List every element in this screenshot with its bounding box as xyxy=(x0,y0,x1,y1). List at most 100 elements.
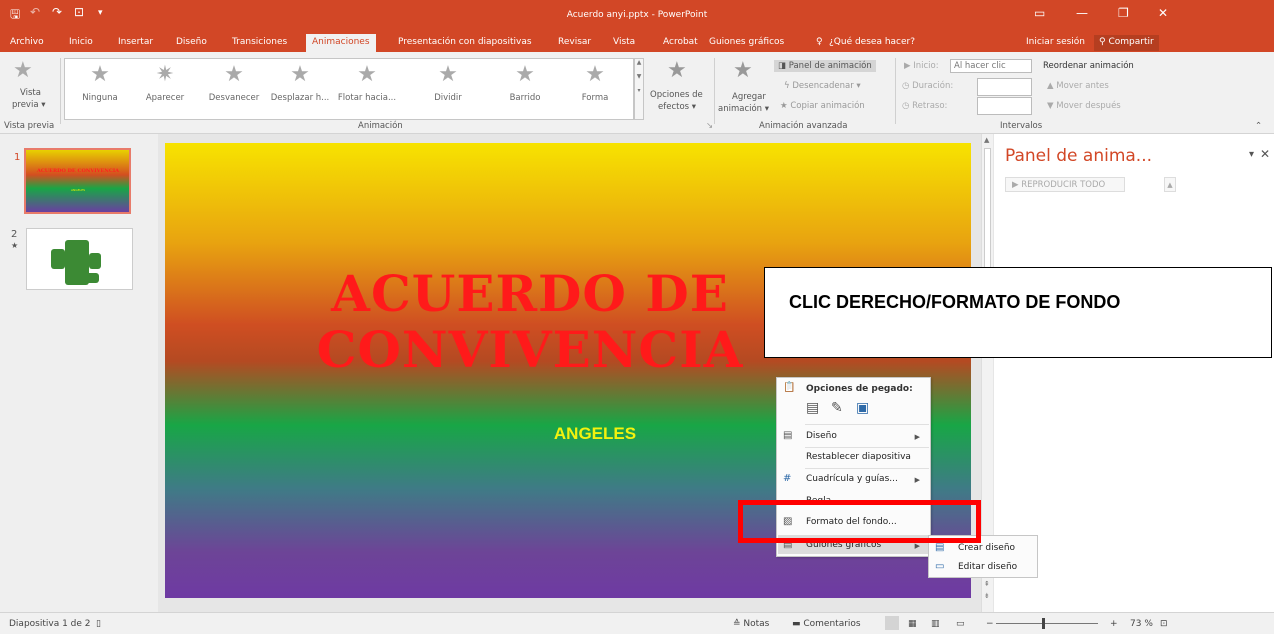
ribbon-tabs: Archivo Inicio Insertar Diseño Transicio… xyxy=(0,34,1274,52)
scroll-up-icon[interactable]: ▲ xyxy=(984,136,989,144)
slide-sorter-icon[interactable]: ▦ xyxy=(908,619,917,629)
star-icon: ★ xyxy=(438,62,458,87)
move-up-icon[interactable]: ▲ xyxy=(1164,177,1176,192)
gallery-expand-icon[interactable]: ▾ xyxy=(637,87,640,94)
duration-text: Duración: xyxy=(912,81,954,91)
paste-options-header: Opciones de pegado: xyxy=(806,384,913,394)
menu-separator xyxy=(805,468,929,469)
paste-keep-source-icon[interactable]: ▤ xyxy=(806,400,819,416)
collapse-ribbon-icon[interactable]: ⌃ xyxy=(1255,121,1262,131)
anim-fade[interactable]: ★ Desvanecer xyxy=(202,63,266,104)
menu-crear-diseno[interactable]: Crear diseño xyxy=(958,543,1015,553)
star-icon: ★ xyxy=(357,62,377,87)
pane-options-icon[interactable]: ▾ xyxy=(1249,149,1254,160)
start-label: ▶ Inicio: xyxy=(904,61,939,71)
prev-slide-icon[interactable]: ⇞ xyxy=(984,580,990,588)
group-label-timing: Intervalos xyxy=(1000,121,1043,131)
next-slide-icon[interactable]: ⇟ xyxy=(984,592,990,600)
star-icon: ★ xyxy=(290,62,310,87)
close-button[interactable]: ✕ xyxy=(1158,6,1168,20)
tab-diseno[interactable]: Diseño xyxy=(176,37,207,47)
add-animation-label[interactable]: Agregar xyxy=(732,92,766,102)
anim-appear[interactable]: ✷ Aparecer xyxy=(133,63,197,104)
tab-inicio[interactable]: Inicio xyxy=(69,37,93,47)
zoom-slider-thumb[interactable] xyxy=(1042,618,1045,629)
preview-label-2[interactable]: previa ▾ xyxy=(12,100,46,110)
effect-options-label[interactable]: Opciones de xyxy=(650,90,703,100)
separator xyxy=(895,58,896,124)
tab-guiones[interactable]: Guiones gráficos xyxy=(709,37,784,47)
menu-restablecer[interactable]: Restablecer diapositiva xyxy=(806,452,911,462)
slide-thumbnail-2[interactable] xyxy=(26,228,133,290)
slideshow-icon[interactable]: ▭ xyxy=(956,619,965,629)
paste-keep-text-icon[interactable]: ✎ xyxy=(831,400,843,416)
slide-subtitle[interactable]: ANGELES xyxy=(530,424,660,444)
minimize-button[interactable]: — xyxy=(1076,6,1088,20)
preview-icon[interactable]: ★ xyxy=(13,58,33,83)
add-animation-label-2[interactable]: animación ▾ xyxy=(718,104,769,114)
ribbon-display-options-icon[interactable]: ▭ xyxy=(1034,6,1045,20)
animation-painter-button[interactable]: ★ Copiar animación xyxy=(780,101,865,111)
preview-label[interactable]: Vista xyxy=(20,88,41,98)
anim-float-in[interactable]: ★ Flotar hacia... xyxy=(335,62,399,104)
play-all-button[interactable]: ▶ REPRODUCIR TODO xyxy=(1005,177,1125,192)
start-select[interactable]: Al hacer clic xyxy=(950,59,1032,73)
anim-label: Dividir xyxy=(434,93,462,103)
cactus-image xyxy=(51,240,101,285)
share-button[interactable]: ⚲ Compartir xyxy=(1094,35,1159,51)
zoom-level[interactable]: 73 % xyxy=(1130,619,1153,629)
add-animation-icon[interactable]: ★ xyxy=(733,58,753,83)
chevron-up-icon[interactable]: ▲ xyxy=(637,59,642,66)
anim-label: Desplazar h... xyxy=(270,93,330,103)
animation-pane-button[interactable]: ◨ Panel de animación xyxy=(774,60,876,72)
menu-diseno[interactable]: Diseño xyxy=(806,431,837,441)
gallery-scroll[interactable]: ▲ ▼ ▾ xyxy=(634,58,644,120)
anim-label: Barrido xyxy=(509,93,541,103)
zoom-out-button[interactable]: − xyxy=(986,619,994,629)
fit-to-window-icon[interactable]: ⊡ xyxy=(1160,619,1168,629)
effect-options-label-2[interactable]: efectos ▾ xyxy=(658,102,696,112)
anim-wipe[interactable]: ★ Barrido xyxy=(493,63,557,104)
edit-layout-icon: ▭ xyxy=(935,561,945,572)
anim-shape[interactable]: ★ Forma xyxy=(563,63,627,104)
tab-presentacion[interactable]: Presentación con diapositivas xyxy=(398,37,532,47)
tab-archivo[interactable]: Archivo xyxy=(10,37,44,47)
tab-revisar[interactable]: Revisar xyxy=(558,37,591,47)
comments-label: Comentarios xyxy=(803,619,861,629)
paste-picture-icon[interactable]: ▣ xyxy=(856,400,869,416)
anim-fly-in[interactable]: ★ Desplazar h... xyxy=(268,62,332,104)
notes-button[interactable]: ≙ Notas xyxy=(733,619,769,629)
tab-vista[interactable]: Vista xyxy=(613,37,635,47)
sign-in-link[interactable]: Iniciar sesión xyxy=(1026,37,1085,47)
chevron-down-icon[interactable]: ▼ xyxy=(637,73,642,80)
menu-editar-diseno[interactable]: Editar diseño xyxy=(958,562,1017,572)
duration-spinner[interactable] xyxy=(977,78,1032,96)
move-earlier-button[interactable]: ▲ Mover antes xyxy=(1047,81,1109,91)
comments-button[interactable]: ▬ Comentarios xyxy=(792,619,861,629)
reading-view-icon[interactable]: ▥ xyxy=(931,619,940,629)
maximize-button[interactable]: ❐ xyxy=(1118,6,1129,20)
tab-acrobat[interactable]: Acrobat xyxy=(663,37,698,47)
trigger-button[interactable]: ϟ Desencadenar ▾ xyxy=(784,81,861,91)
effect-options-icon[interactable]: ★ xyxy=(667,58,687,83)
animation-pane-icon: ◨ xyxy=(778,61,789,71)
tell-me-search[interactable]: ¿Qué desea hacer? xyxy=(829,37,915,47)
close-pane-icon[interactable]: ✕ xyxy=(1260,147,1270,161)
tab-animaciones[interactable]: Animaciones xyxy=(306,34,376,52)
tab-insertar[interactable]: Insertar xyxy=(118,37,153,47)
menu-cuadricula[interactable]: Cuadrícula y guías... xyxy=(806,474,898,484)
anim-split[interactable]: ★ Dividir xyxy=(416,62,480,104)
delay-spinner[interactable] xyxy=(977,97,1032,115)
highlight-rectangle xyxy=(738,500,981,543)
zoom-in-button[interactable]: + xyxy=(1110,619,1118,629)
move-later-button[interactable]: ▼ Mover después xyxy=(1047,101,1121,111)
anim-none[interactable]: ★ Ninguna xyxy=(68,63,132,104)
tab-transiciones[interactable]: Transiciones xyxy=(232,37,287,47)
submenu-arrow-icon: ▶ xyxy=(914,542,920,550)
spell-check-icon[interactable]: ▯ xyxy=(96,619,101,629)
dialog-launcher-icon[interactable]: ↘ xyxy=(706,121,713,131)
clipboard-icon: 📋 xyxy=(783,382,796,393)
normal-view-icon[interactable] xyxy=(885,616,899,630)
slide-thumbnail-1[interactable]: ACUERDO DE CONVIVENCIA ANGELES xyxy=(24,148,131,214)
zoom-slider[interactable] xyxy=(996,623,1098,624)
